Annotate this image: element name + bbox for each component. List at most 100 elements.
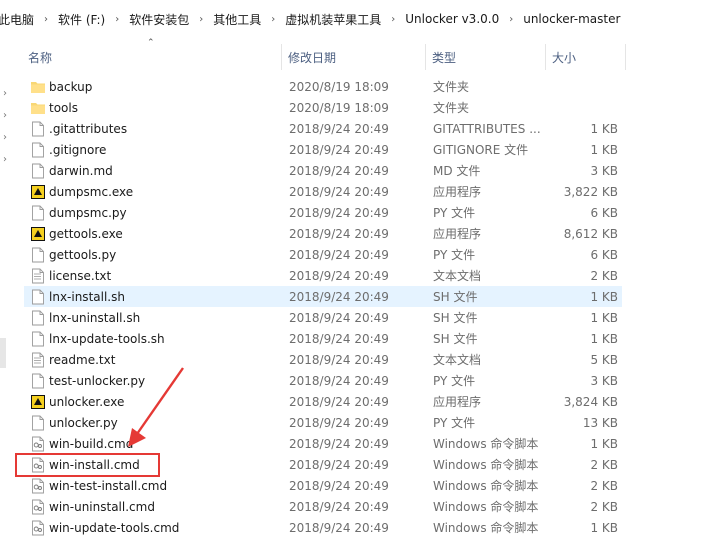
file-row[interactable]: gettools.exe 2018/9/24 20:49 应用程序 8,612 KB [24,223,622,244]
chevron-right-icon[interactable]: › [39,14,53,25]
file-icon [30,247,44,263]
file-name: dumpsmc.py [49,206,127,220]
file-icon [30,142,44,158]
file-size: 3,824 KB [563,395,618,409]
file-row[interactable]: tools 2020/8/19 18:09 文件夹 [24,97,622,118]
file-name: .gitignore [49,143,107,157]
file-row[interactable]: lnx-uninstall.sh 2018/9/24 20:49 SH 文件 1 KB [24,307,622,328]
file-type: GITIGNORE 文件 [433,143,529,157]
column-type-label: 类型 [432,51,457,65]
file-type: SH 文件 [433,311,478,325]
breadcrumb-item[interactable]: 虚拟机装苹果工具 [280,11,386,28]
nav-expand-chevron-icon[interactable]: › [0,154,10,165]
file-size: 1 KB [590,332,618,346]
file-row[interactable]: readme.txt 2018/9/24 20:49 文本文档 5 KB [24,349,622,370]
nav-expand-chevron-icon[interactable]: › [0,88,10,99]
file-row[interactable]: unlocker.py 2018/9/24 20:49 PY 文件 13 KB [24,412,622,433]
breadcrumb-item[interactable]: unlocker-master [518,12,625,26]
file-name: gettools.py [49,248,117,262]
file-size: 1 KB [590,122,618,136]
file-row[interactable]: backup 2020/8/19 18:09 文件夹 [24,76,622,97]
file-type: PY 文件 [433,374,476,388]
file-row[interactable]: win-build.cmd 2018/9/24 20:49 Windows 命令脚本… [24,433,622,454]
file-type: PY 文件 [433,206,476,220]
file-type: 应用程序 [433,227,482,241]
file-size: 1 KB [590,311,618,325]
file-name: lnx-install.sh [49,290,125,304]
file-row[interactable]: .gitattributes 2018/9/24 20:49 GITATTRIBUT… [24,118,622,139]
file-date: 2018/9/24 20:49 [289,269,389,283]
file-row[interactable]: gettools.py 2018/9/24 20:49 PY 文件 6 KB [24,244,622,265]
file-size: 13 KB [582,416,618,430]
column-size-label: 大小 [552,51,577,65]
file-row[interactable]: win-install.cmd 2018/9/24 20:49 Windows 命令… [24,454,622,475]
breadcrumb-item[interactable]: 此电脑 [0,11,39,28]
file-row[interactable]: dumpsmc.exe 2018/9/24 20:49 应用程序 3,822 KB [24,181,622,202]
chevron-right-icon[interactable]: › [386,14,400,25]
file-date: 2020/8/19 18:09 [289,80,389,94]
file-name: license.txt [49,269,112,283]
file-name: win-update-tools.cmd [49,521,180,535]
chevron-right-icon[interactable]: › [504,14,518,25]
file-row[interactable]: test-unlocker.py 2018/9/24 20:49 PY 文件 3 KB [24,370,622,391]
nav-scrollbar[interactable] [0,338,6,368]
nav-expand-chevron-icon[interactable]: › [0,110,10,121]
breadcrumb-item[interactable]: Unlocker v3.0.0 [400,12,504,26]
column-date-label: 修改日期 [288,51,337,65]
file-size: 2 KB [590,458,618,472]
column-type-header[interactable]: 类型 [426,38,546,76]
file-row[interactable]: license.txt 2018/9/24 20:49 文本文档 2 KB [24,265,622,286]
file-size: 3,822 KB [563,185,618,199]
file-name: unlocker.py [49,416,118,430]
column-size-header[interactable]: 大小 [546,38,626,76]
file-type: 文件夹 [433,101,470,115]
file-row[interactable]: win-uninstall.cmd 2018/9/24 20:49 Windows … [24,496,622,517]
file-name: test-unlocker.py [49,374,146,388]
file-icon [30,373,44,389]
file-row[interactable]: .gitignore 2018/9/24 20:49 GITIGNORE 文件 1 K… [24,139,622,160]
column-date-header[interactable]: 修改日期 [282,38,426,76]
file-date: 2018/9/24 20:49 [289,416,389,430]
nav-expand-chevron-icon[interactable]: › [0,132,10,143]
file-date: 2018/9/24 20:49 [289,290,389,304]
file-row[interactable]: lnx-update-tools.sh 2018/9/24 20:49 SH 文件 1… [24,328,622,349]
chevron-right-icon[interactable]: › [194,14,208,25]
breadcrumb-item[interactable]: 其他工具 [208,11,266,28]
file-name: .gitattributes [49,122,128,136]
file-type: SH 文件 [433,332,478,346]
chevron-right-icon[interactable]: › [110,14,124,25]
file-size [545,98,618,117]
breadcrumb-item[interactable]: 软件 (F:) [53,11,110,28]
text-file-icon [30,268,44,284]
file-size: 2 KB [590,269,618,283]
file-type: Windows 命令脚本 [433,521,539,535]
breadcrumb-item[interactable]: 软件安装包 [124,11,194,28]
file-type: Windows 命令脚本 [433,479,539,493]
file-row[interactable]: darwin.md 2018/9/24 20:49 MD 文件 3 KB [24,160,622,181]
file-name: lnx-update-tools.sh [49,332,165,346]
file-type: 文本文档 [433,269,482,283]
cmd-file-icon [30,478,44,494]
file-size: 5 KB [590,353,618,367]
file-icon [30,310,44,326]
file-type: Windows 命令脚本 [433,458,539,472]
file-date: 2018/9/24 20:49 [289,395,389,409]
file-row[interactable]: unlocker.exe 2018/9/24 20:49 应用程序 3,824 KB [24,391,622,412]
file-size: 1 KB [590,521,618,535]
file-date: 2018/9/24 20:49 [289,185,389,199]
file-row[interactable]: dumpsmc.py 2018/9/24 20:49 PY 文件 6 KB [24,202,622,223]
file-name: readme.txt [49,353,116,367]
file-name: dumpsmc.exe [49,185,134,199]
sort-up-icon: ⌃ [147,38,155,48]
file-size: 1 KB [590,290,618,304]
cmd-file-icon [30,520,44,536]
file-size: 8,612 KB [563,227,618,241]
file-row[interactable]: win-test-install.cmd 2018/9/24 20:49 Windo… [24,475,622,496]
file-row[interactable]: win-update-tools.cmd 2018/9/24 20:49 Windo… [24,517,622,538]
file-size: 1 KB [590,143,618,157]
file-date: 2018/9/24 20:49 [289,500,389,514]
file-date: 2018/9/24 20:49 [289,458,389,472]
file-row[interactable]: lnx-install.sh 2018/9/24 20:49 SH 文件 1 KB [24,286,622,307]
file-size: 6 KB [590,206,618,220]
chevron-right-icon[interactable]: › [266,14,280,25]
